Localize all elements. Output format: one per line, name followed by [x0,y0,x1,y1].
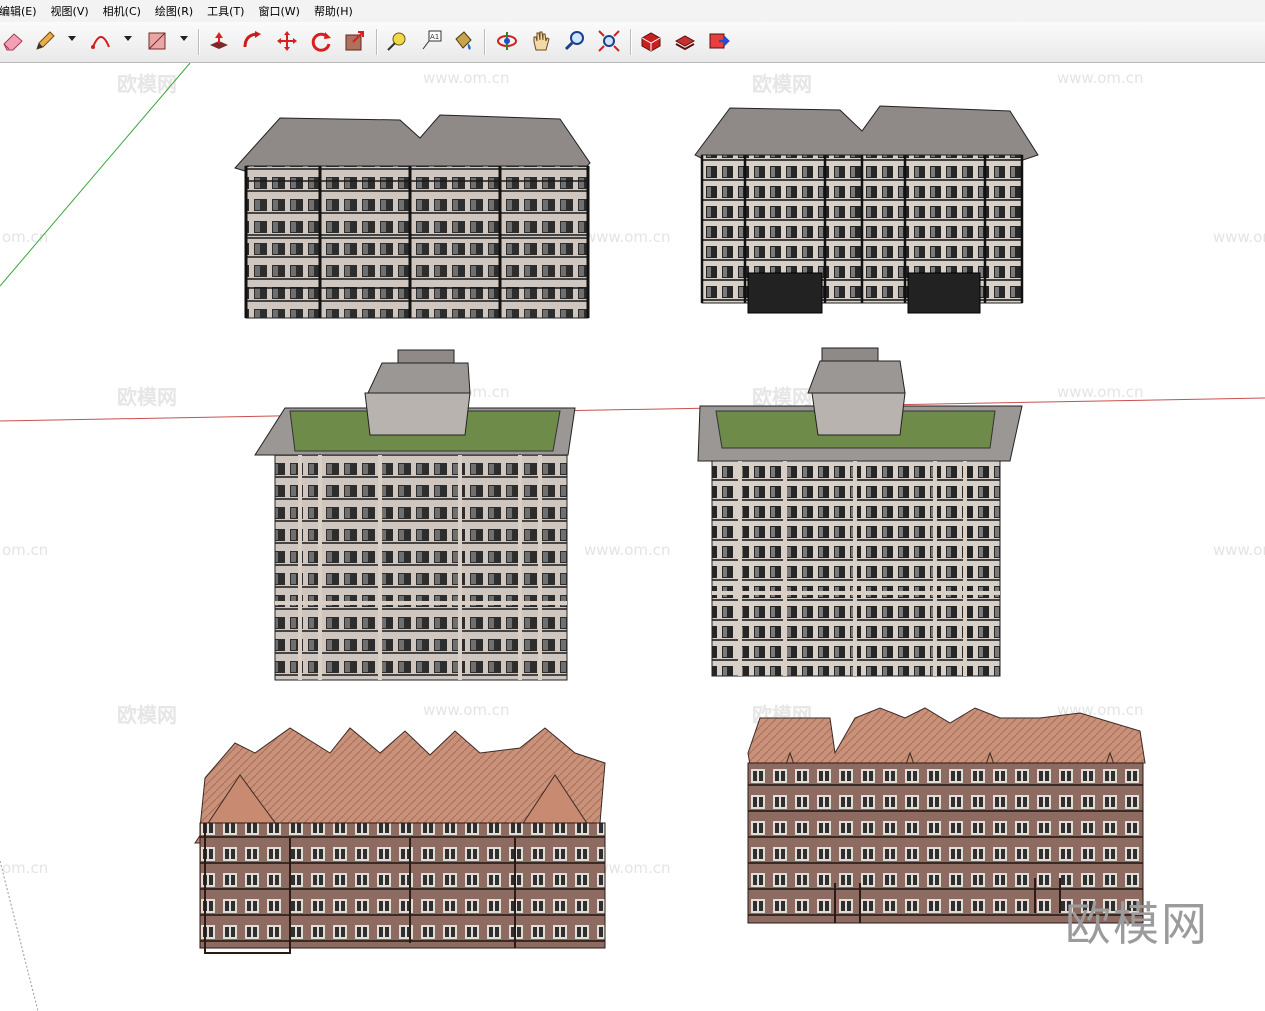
follow-me-icon[interactable] [240,28,266,54]
menu-view[interactable]: 视图(V) [51,3,96,19]
share-model-icon[interactable] [706,28,732,54]
toolbar-separator [484,29,486,55]
rectangle-icon[interactable] [144,28,170,54]
blue-axis [0,860,39,1011]
pencil-dropdown[interactable] [68,36,76,41]
model-gallery-icon[interactable] [638,28,664,54]
menu-tools[interactable]: 工具(T) [207,3,251,19]
menu-camera[interactable]: 相机(C) [103,3,148,19]
text-tool-label: A1 [430,33,439,41]
zoom-icon[interactable] [562,28,588,54]
menu-bar: 编辑(E) 视图(V) 相机(C) 绘图(R) 工具(T) 窗口(W) 帮助(H… [0,0,1265,22]
toolbar-separator [630,29,632,55]
model-viewport[interactable]: 欧模网 www.om.cn 欧模网 www.om.cn om.cn www.om… [0,63,1265,1011]
pencil-icon[interactable] [32,28,58,54]
component-icon[interactable] [672,28,698,54]
push-pull-icon[interactable] [206,28,232,54]
toolbar-separator [376,29,378,55]
tape-measure-icon[interactable] [384,28,410,54]
zoom-extents-icon[interactable] [596,28,622,54]
arc-dropdown[interactable] [124,36,132,41]
building-middle-right[interactable] [697,347,1023,677]
menu-edit[interactable]: 编辑(E) [0,3,44,19]
building-top-left[interactable] [234,114,591,319]
building-middle-left[interactable] [254,349,576,681]
building-top-right[interactable] [694,105,1039,314]
paint-bucket-icon[interactable] [450,28,476,54]
menu-draw[interactable]: 绘图(R) [155,3,200,19]
green-axis [0,63,191,287]
offset-icon[interactable] [342,28,368,54]
watermark-brand: 欧模网 [1065,897,1209,951]
menu-help[interactable]: 帮助(H) [314,3,360,19]
orbit-icon[interactable] [494,28,520,54]
pan-icon[interactable] [528,28,554,54]
move-icon[interactable] [274,28,300,54]
red-axis [0,397,1265,422]
arc-icon[interactable] [88,28,114,54]
model-scene [0,63,1265,1011]
building-bottom-left[interactable] [194,727,606,954]
eraser-icon[interactable] [0,28,26,54]
menu-window[interactable]: 窗口(W) [258,3,306,19]
rotate-icon[interactable] [308,28,334,54]
toolbar: A1 [0,22,1265,63]
toolbar-separator [198,29,200,55]
rectangle-dropdown[interactable] [180,36,188,41]
text-label-icon[interactable]: A1 [418,28,444,54]
